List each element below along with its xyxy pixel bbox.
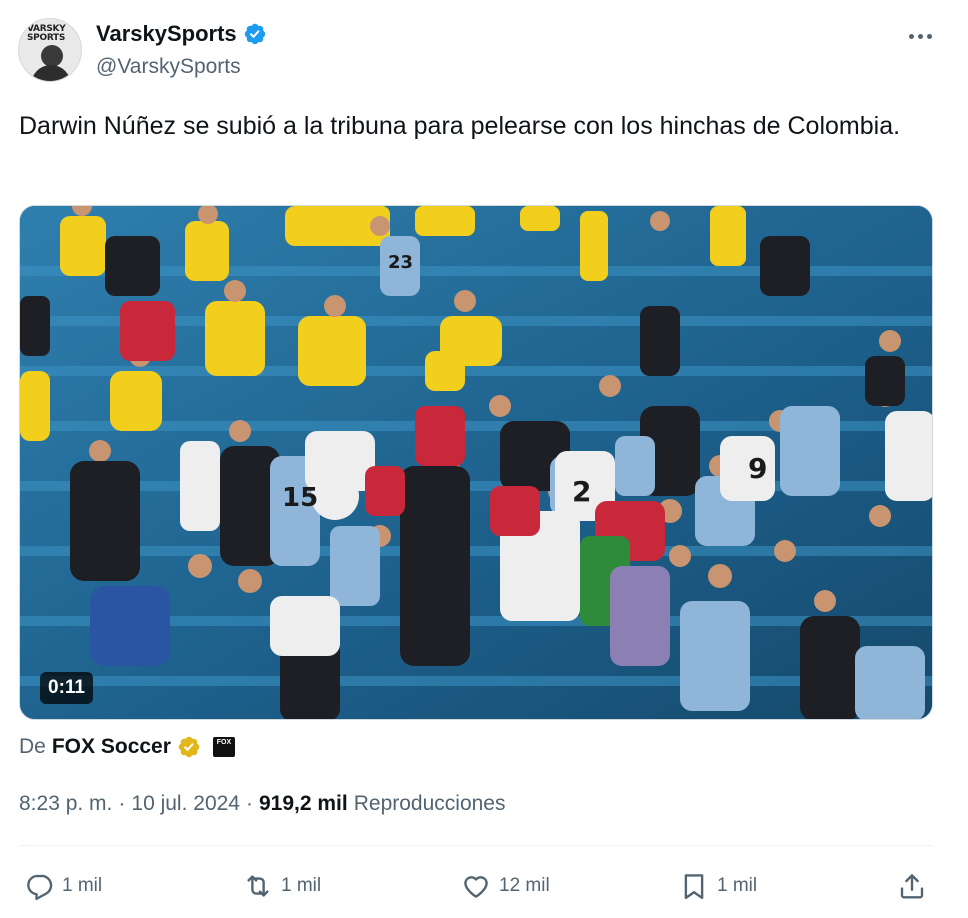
avatar-body [31,65,71,81]
author-handle[interactable]: @VarskySports [96,55,241,79]
more-dot-icon [908,33,914,39]
bookmark-count: 1 mil [717,875,758,896]
tweet-text: Darwin Núñez se subió a la tribuna para … [19,112,901,140]
divider [19,845,933,846]
author-display-name[interactable]: VarskySports [96,21,237,47]
more-dot-icon [917,33,923,39]
tweet-time[interactable]: 8:23 p. m. [19,792,112,816]
more-dot-icon [926,33,932,39]
bookmark-icon [684,874,704,900]
reply-icon [27,874,53,901]
gold-verified-badge-icon [178,736,200,758]
like-count: 12 mil [499,875,550,896]
avatar[interactable]: VARSKY SPORTS [18,18,82,82]
views-label: Reproducciones [353,792,506,815]
author-name-row: VarskySports [96,20,267,48]
source-account-link[interactable]: FOX Soccer [52,735,171,759]
reply-count: 1 mil [62,875,103,896]
reply-button[interactable]: 1 mil [24,868,102,904]
share-icon [900,874,924,899]
avatar-logo-text: VARSKY SPORTS [27,24,66,43]
video-frame-image: 15 2 9 23 [20,206,932,719]
jersey-number-23: 23 [388,252,413,273]
verified-badge-icon [244,23,265,45]
meta-separator: · [118,792,126,815]
video-player[interactable]: 15 2 9 23 0:11 [19,205,933,720]
source-prefix: De [19,735,46,758]
repost-icon [247,875,269,897]
tweet-date[interactable]: 10 jul. 2024 [131,792,240,816]
like-button[interactable]: 12 mil [461,868,550,904]
jersey-number-9: 9 [748,452,767,485]
fox-soccer-logo-icon: FOX [212,737,235,757]
video-duration-badge: 0:11 [40,672,93,704]
tweet-card: VARSKY SPORTS VarskySports @VarskySports… [0,0,968,918]
heart-icon [464,876,488,898]
jersey-number-15: 15 [282,483,318,513]
jersey-number-2: 2 [572,475,591,508]
repost-count: 1 mil [281,875,322,896]
share-button[interactable] [897,868,927,904]
avatar-head [41,45,63,67]
tweet-meta-row: 8:23 p. m. · 10 jul. 2024 · 919,2 mil Re… [19,790,505,818]
media-source: De FOX Soccer FOX [19,733,235,761]
more-options-button[interactable] [903,22,937,50]
bookmark-button[interactable]: 1 mil [679,868,757,904]
views-count: 919,2 mil [258,792,348,815]
repost-button[interactable]: 1 mil [243,868,321,904]
meta-separator: · [245,792,253,815]
